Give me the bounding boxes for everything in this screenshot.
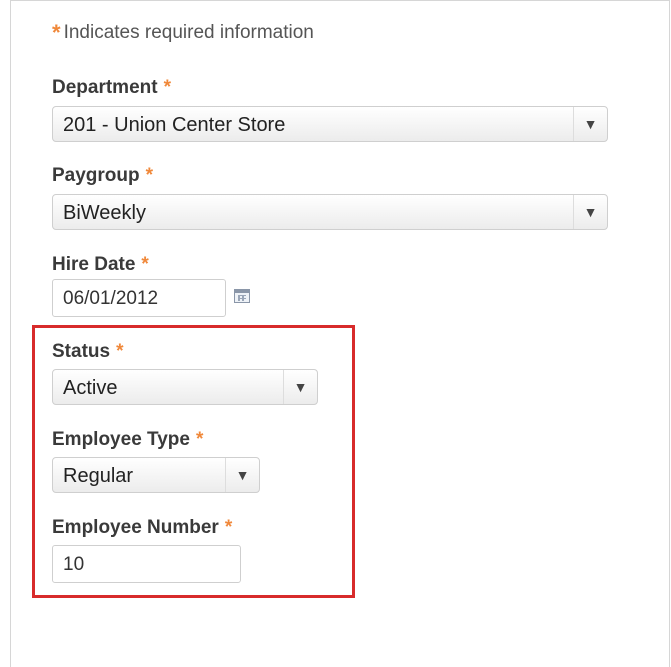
paygroup-label: Paygroup * <box>52 165 153 187</box>
required-star: * <box>52 20 61 45</box>
required-star: * <box>145 165 154 186</box>
highlight-box <box>32 325 355 598</box>
required-star: * <box>141 254 149 275</box>
paygroup-select[interactable]: BiWeekly ▼ <box>52 194 608 230</box>
hire-date-value: 06/01/2012 <box>63 288 159 309</box>
hire-date-label: Hire Date * <box>52 254 149 276</box>
required-info-note: * Indicates required information <box>52 18 314 45</box>
paygroup-label-text: Paygroup <box>52 165 140 186</box>
department-select[interactable]: 201 - Union Center Store ▼ <box>52 106 608 142</box>
department-value: 201 - Union Center Store <box>63 114 286 136</box>
department-label: Department * <box>52 77 171 99</box>
calendar-icon[interactable] <box>234 289 250 303</box>
required-info-text: Indicates required information <box>63 22 314 43</box>
chevron-down-icon[interactable]: ▼ <box>573 195 607 229</box>
paygroup-value: BiWeekly <box>63 202 146 224</box>
hire-date-label-text: Hire Date <box>52 254 136 275</box>
hire-date-input[interactable]: 06/01/2012 <box>52 279 226 317</box>
department-label-text: Department <box>52 77 158 98</box>
required-star: * <box>163 77 171 98</box>
chevron-down-icon[interactable]: ▼ <box>573 107 607 141</box>
